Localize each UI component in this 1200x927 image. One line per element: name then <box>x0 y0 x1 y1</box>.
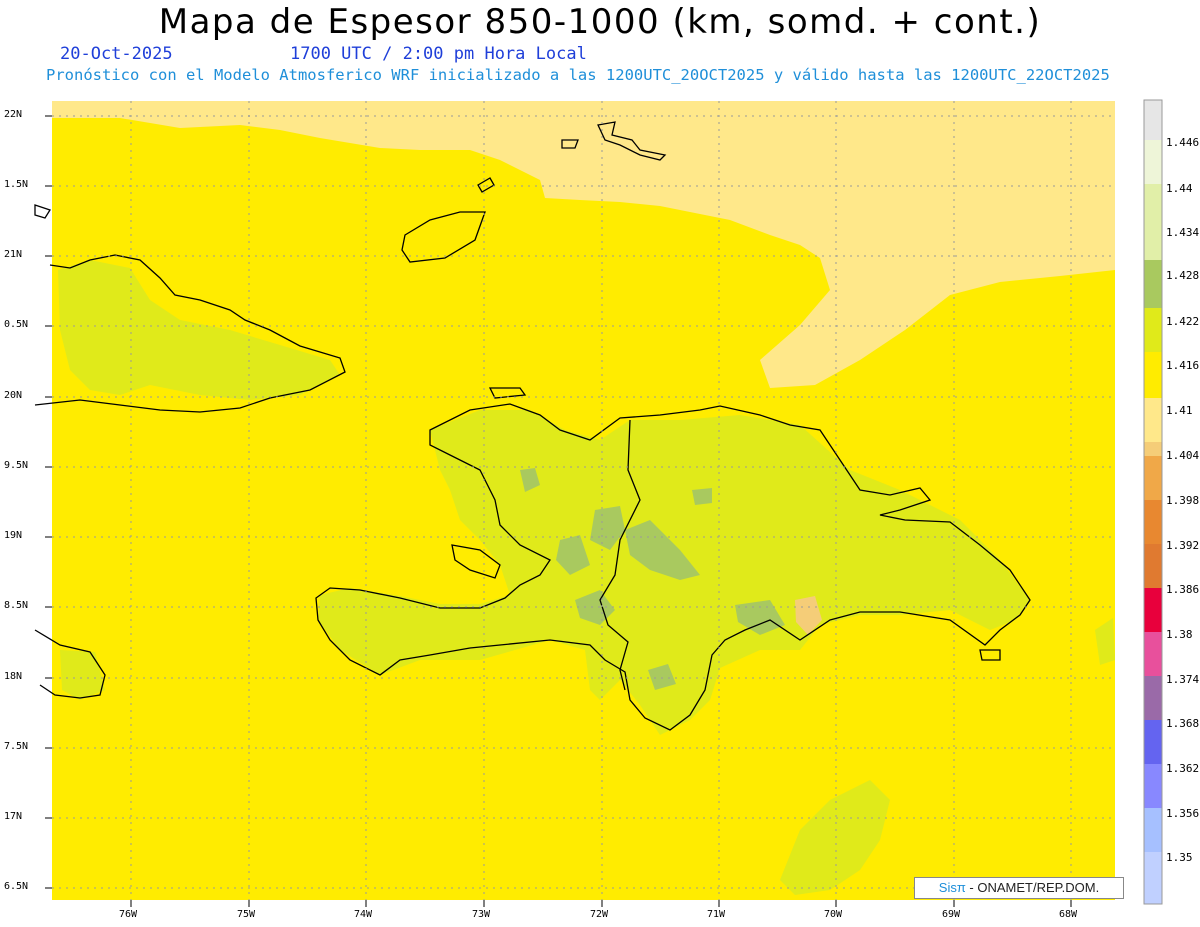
credit-text: - ONAMET/REP.DOM. <box>965 880 1100 895</box>
lat-label: 18N <box>4 671 23 682</box>
colorbar-label: 1.374 <box>1166 673 1200 686</box>
colorbar <box>1143 99 1163 905</box>
west-islet <box>34 204 51 219</box>
colorbar-label: 1.362 <box>1166 762 1200 775</box>
colorbar-label: 1.404 <box>1166 449 1200 462</box>
lon-label: 76W <box>119 909 138 920</box>
colorbar-label: 1.398 <box>1166 494 1200 507</box>
colorbar-label: 1.44 <box>1166 182 1193 195</box>
lon-label: 74W <box>354 909 373 920</box>
colorbar-label: 1.356 <box>1166 807 1200 820</box>
lat-label: 17N <box>4 811 23 822</box>
colorbar-label: 1.41 <box>1166 404 1193 417</box>
lat-label: 7.5N <box>4 741 29 752</box>
colorbar-label: 1.35 <box>1166 851 1193 864</box>
lon-label: 73W <box>472 909 491 920</box>
lat-label: 22N <box>4 109 23 120</box>
interior-high-7 <box>692 488 712 505</box>
lon-label: 71W <box>707 909 726 920</box>
colorbar-label: 1.428 <box>1166 269 1200 282</box>
colorbar-label: 1.392 <box>1166 539 1200 552</box>
colorbar-label: 1.386 <box>1166 583 1200 596</box>
lon-label: 72W <box>590 909 609 920</box>
lon-label: 75W <box>237 909 256 920</box>
credit-brand: Sisπ <box>938 880 966 895</box>
colorbar-label: 1.416 <box>1166 359 1200 372</box>
lat-label: 8.5N <box>4 600 29 611</box>
colorbar-label: 1.368 <box>1166 717 1200 730</box>
lat-label: 1.5N <box>4 179 29 190</box>
thickness-map <box>34 99 1163 907</box>
colorbar-label: 1.446 <box>1166 136 1200 149</box>
lat-label: 9.5N <box>4 460 29 471</box>
colorbar-label: 1.38 <box>1166 628 1193 641</box>
lon-label: 69W <box>942 909 961 920</box>
lon-label: 68W <box>1059 909 1078 920</box>
lat-label: 0.5N <box>4 319 29 330</box>
colorbar-label: 1.434 <box>1166 226 1200 239</box>
colorbar-label: 1.422 <box>1166 315 1200 328</box>
lat-label: 21N <box>4 249 23 260</box>
lat-label: 6.5N <box>4 881 29 892</box>
credit-box: Sisπ - ONAMET/REP.DOM. <box>914 877 1124 899</box>
lat-label: 19N <box>4 530 23 541</box>
lon-label: 70W <box>824 909 843 920</box>
lat-label: 20N <box>4 390 23 401</box>
